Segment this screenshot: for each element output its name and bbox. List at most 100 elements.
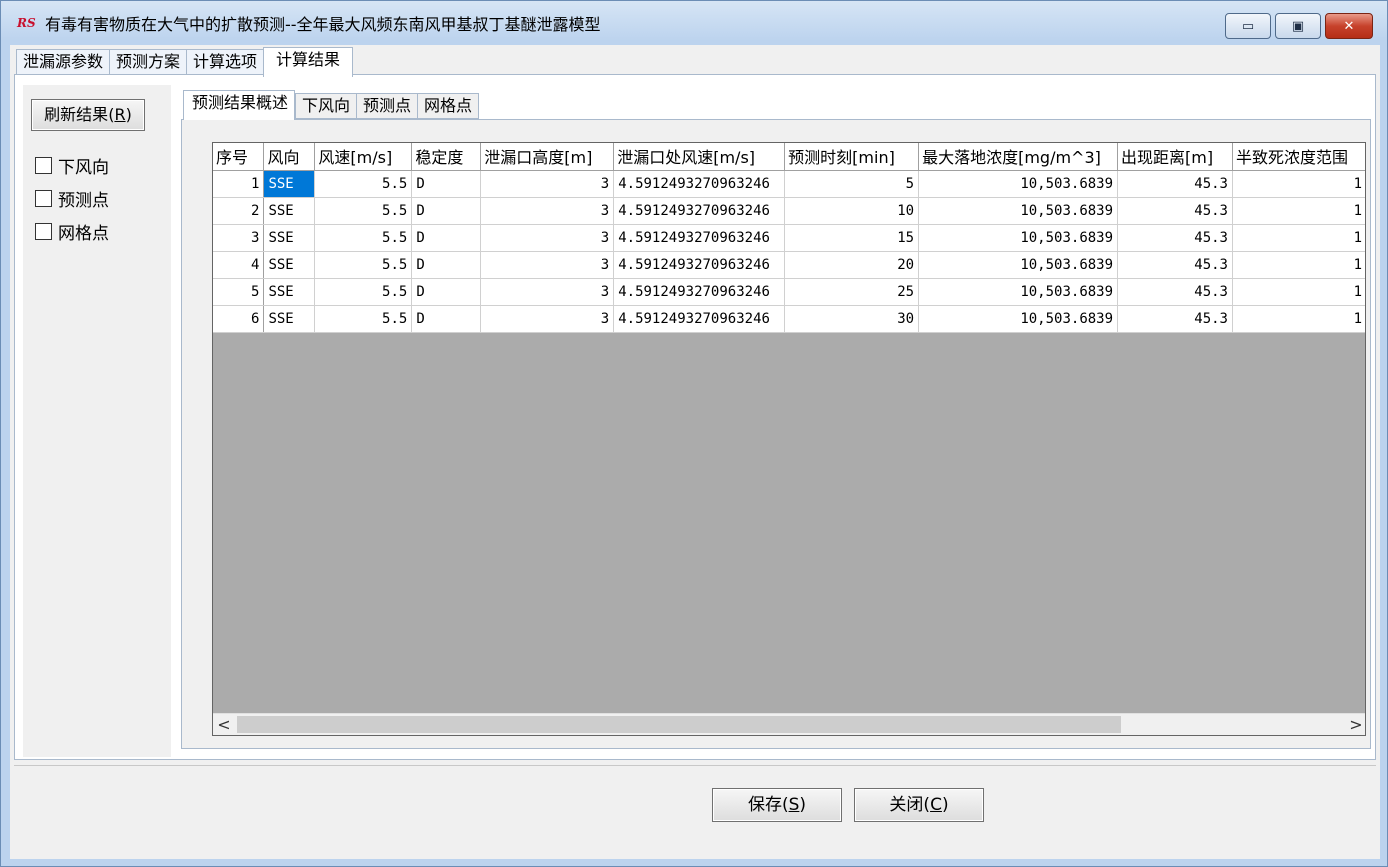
tab-leak-source-params[interactable]: 泄漏源参数 — [16, 49, 110, 75]
table-cell[interactable]: 4.5912493270963246 — [613, 197, 786, 225]
tab-calc-results[interactable]: 计算结果 — [263, 47, 354, 77]
table-cell[interactable]: SSE — [263, 224, 316, 252]
table-cell[interactable]: 1 — [1232, 170, 1365, 198]
horizontal-scrollbar[interactable]: < > — [213, 713, 1365, 735]
refresh-results-button[interactable]: 刷新结果(R) — [31, 99, 145, 131]
tab-downwind[interactable]: 下风向 — [295, 93, 357, 119]
title-bar[interactable]: RS 有毒有害物质在大气中的扩散预测--全年最大风频东南风甲基叔丁基醚泄露模型 … — [1, 1, 1387, 45]
table-cell[interactable]: 5.5 — [314, 278, 413, 306]
table-row[interactable]: 3 SSE 5.5 D 3 4.5912493270963246 15 10,5… — [213, 224, 1365, 252]
minimize-button[interactable]: ▭ — [1225, 13, 1271, 39]
column-header[interactable]: 出现距离[m] — [1117, 143, 1233, 171]
table-cell[interactable]: D — [411, 305, 482, 333]
table-cell[interactable]: 5.5 — [314, 305, 413, 333]
table-cell[interactable]: 4.5912493270963246 — [613, 305, 786, 333]
table-cell[interactable]: 10,503.6839 — [918, 197, 1119, 225]
table-cell[interactable]: D — [411, 251, 482, 279]
tab-calc-options[interactable]: 计算选项 — [186, 49, 264, 75]
table-cell[interactable]: SSE — [263, 251, 316, 279]
table-cell[interactable]: 3 — [480, 224, 615, 252]
table-cell[interactable]: 3 — [480, 197, 615, 225]
table-cell[interactable]: 10,503.6839 — [918, 224, 1119, 252]
table-row[interactable]: 2 SSE 5.5 D 3 4.5912493270963246 10 10,5… — [213, 197, 1365, 225]
table-cell[interactable]: 20 — [784, 251, 920, 279]
table-cell[interactable]: 5.5 — [314, 224, 413, 252]
table-cell[interactable]: 45.3 — [1117, 251, 1233, 279]
column-header[interactable]: 风向 — [263, 143, 316, 171]
table-cell[interactable]: 4.5912493270963246 — [613, 170, 786, 198]
close-window-button[interactable]: ✕ — [1325, 13, 1373, 39]
column-header[interactable]: 最大落地浓度[mg/m^3] — [918, 143, 1119, 171]
table-row[interactable]: 1 SSE 5.5 D 3 4.5912493270963246 5 10,50… — [213, 170, 1365, 198]
row-index[interactable]: 2 — [213, 197, 265, 225]
save-button[interactable]: 保存(S) — [712, 788, 842, 822]
row-index[interactable]: 4 — [213, 251, 265, 279]
table-row[interactable]: 4 SSE 5.5 D 3 4.5912493270963246 20 10,5… — [213, 251, 1365, 279]
table-cell[interactable]: 10 — [784, 197, 920, 225]
table-cell[interactable]: 10,503.6839 — [918, 278, 1119, 306]
checkbox-box[interactable] — [35, 156, 52, 174]
table-row[interactable]: 6 SSE 5.5 D 3 4.5912493270963246 30 10,5… — [213, 305, 1365, 333]
table-cell[interactable]: SSE — [263, 170, 316, 198]
column-header[interactable]: 半致死浓度范围 — [1232, 143, 1365, 171]
table-cell[interactable]: 3 — [480, 251, 615, 279]
table-cell[interactable]: 10,503.6839 — [918, 305, 1119, 333]
table-cell[interactable]: 5.5 — [314, 170, 413, 198]
checkbox-box[interactable] — [35, 222, 52, 240]
column-header[interactable]: 风速[m/s] — [314, 143, 413, 171]
table-cell[interactable]: 5 — [784, 170, 920, 198]
table-cell[interactable]: SSE — [263, 278, 316, 306]
table-cell[interactable]: 1 — [1232, 251, 1365, 279]
table-cell[interactable]: D — [411, 224, 482, 252]
tab-results-overview[interactable]: 预测结果概述 — [183, 90, 296, 120]
table-cell[interactable]: 4.5912493270963246 — [613, 251, 786, 279]
scroll-left-icon[interactable]: < — [213, 714, 235, 735]
table-cell[interactable]: SSE — [263, 305, 316, 333]
results-grid[interactable]: 序号 风向 风速[m/s] 稳定度 泄漏口高度[m] 泄漏口处风速[m/s] 预… — [212, 142, 1366, 736]
checkbox-downwind[interactable]: 下风向 — [35, 153, 109, 178]
table-cell[interactable]: 10,503.6839 — [918, 251, 1119, 279]
checkbox-forecast-points[interactable]: 预测点 — [35, 186, 109, 211]
table-cell[interactable]: 45.3 — [1117, 224, 1233, 252]
tab-grid-points[interactable]: 网格点 — [417, 93, 480, 119]
checkbox-box[interactable] — [35, 189, 52, 207]
table-cell[interactable]: 15 — [784, 224, 920, 252]
table-cell[interactable]: 4.5912493270963246 — [613, 224, 786, 252]
table-cell[interactable]: 1 — [1232, 278, 1365, 306]
table-cell[interactable]: 4.5912493270963246 — [613, 278, 786, 306]
table-cell[interactable]: 25 — [784, 278, 920, 306]
column-header[interactable]: 序号 — [213, 143, 265, 171]
table-cell[interactable]: 3 — [480, 305, 615, 333]
table-cell[interactable]: 5.5 — [314, 251, 413, 279]
table-cell[interactable]: 1 — [1232, 197, 1365, 225]
row-index[interactable]: 1 — [213, 170, 265, 198]
tab-forecast-points[interactable]: 预测点 — [356, 93, 418, 119]
table-cell[interactable]: 45.3 — [1117, 278, 1233, 306]
table-cell[interactable]: 5.5 — [314, 197, 413, 225]
column-header[interactable]: 预测时刻[min] — [784, 143, 920, 171]
table-cell[interactable]: SSE — [263, 197, 316, 225]
close-button[interactable]: 关闭(C) — [854, 788, 984, 822]
table-cell[interactable]: 10,503.6839 — [918, 170, 1119, 198]
scrollbar-thumb[interactable] — [237, 716, 1121, 733]
table-cell[interactable]: 30 — [784, 305, 920, 333]
table-cell[interactable]: 1 — [1232, 305, 1365, 333]
tab-forecast-plan[interactable]: 预测方案 — [109, 49, 187, 75]
table-cell[interactable]: D — [411, 278, 482, 306]
table-row[interactable]: 5 SSE 5.5 D 3 4.5912493270963246 25 10,5… — [213, 278, 1365, 306]
table-cell[interactable]: D — [411, 170, 482, 198]
row-index[interactable]: 6 — [213, 305, 265, 333]
table-cell[interactable]: D — [411, 197, 482, 225]
table-cell[interactable]: 45.3 — [1117, 170, 1233, 198]
column-header[interactable]: 泄漏口高度[m] — [480, 143, 615, 171]
column-header[interactable]: 稳定度 — [411, 143, 482, 171]
column-header[interactable]: 泄漏口处风速[m/s] — [613, 143, 786, 171]
table-cell[interactable]: 45.3 — [1117, 305, 1233, 333]
scroll-right-icon[interactable]: > — [1345, 714, 1365, 735]
row-index[interactable]: 3 — [213, 224, 265, 252]
row-index[interactable]: 5 — [213, 278, 265, 306]
checkbox-grid-points[interactable]: 网格点 — [35, 219, 109, 244]
table-cell[interactable]: 3 — [480, 278, 615, 306]
maximize-button[interactable]: ▣ — [1275, 13, 1321, 39]
table-cell[interactable]: 1 — [1232, 224, 1365, 252]
